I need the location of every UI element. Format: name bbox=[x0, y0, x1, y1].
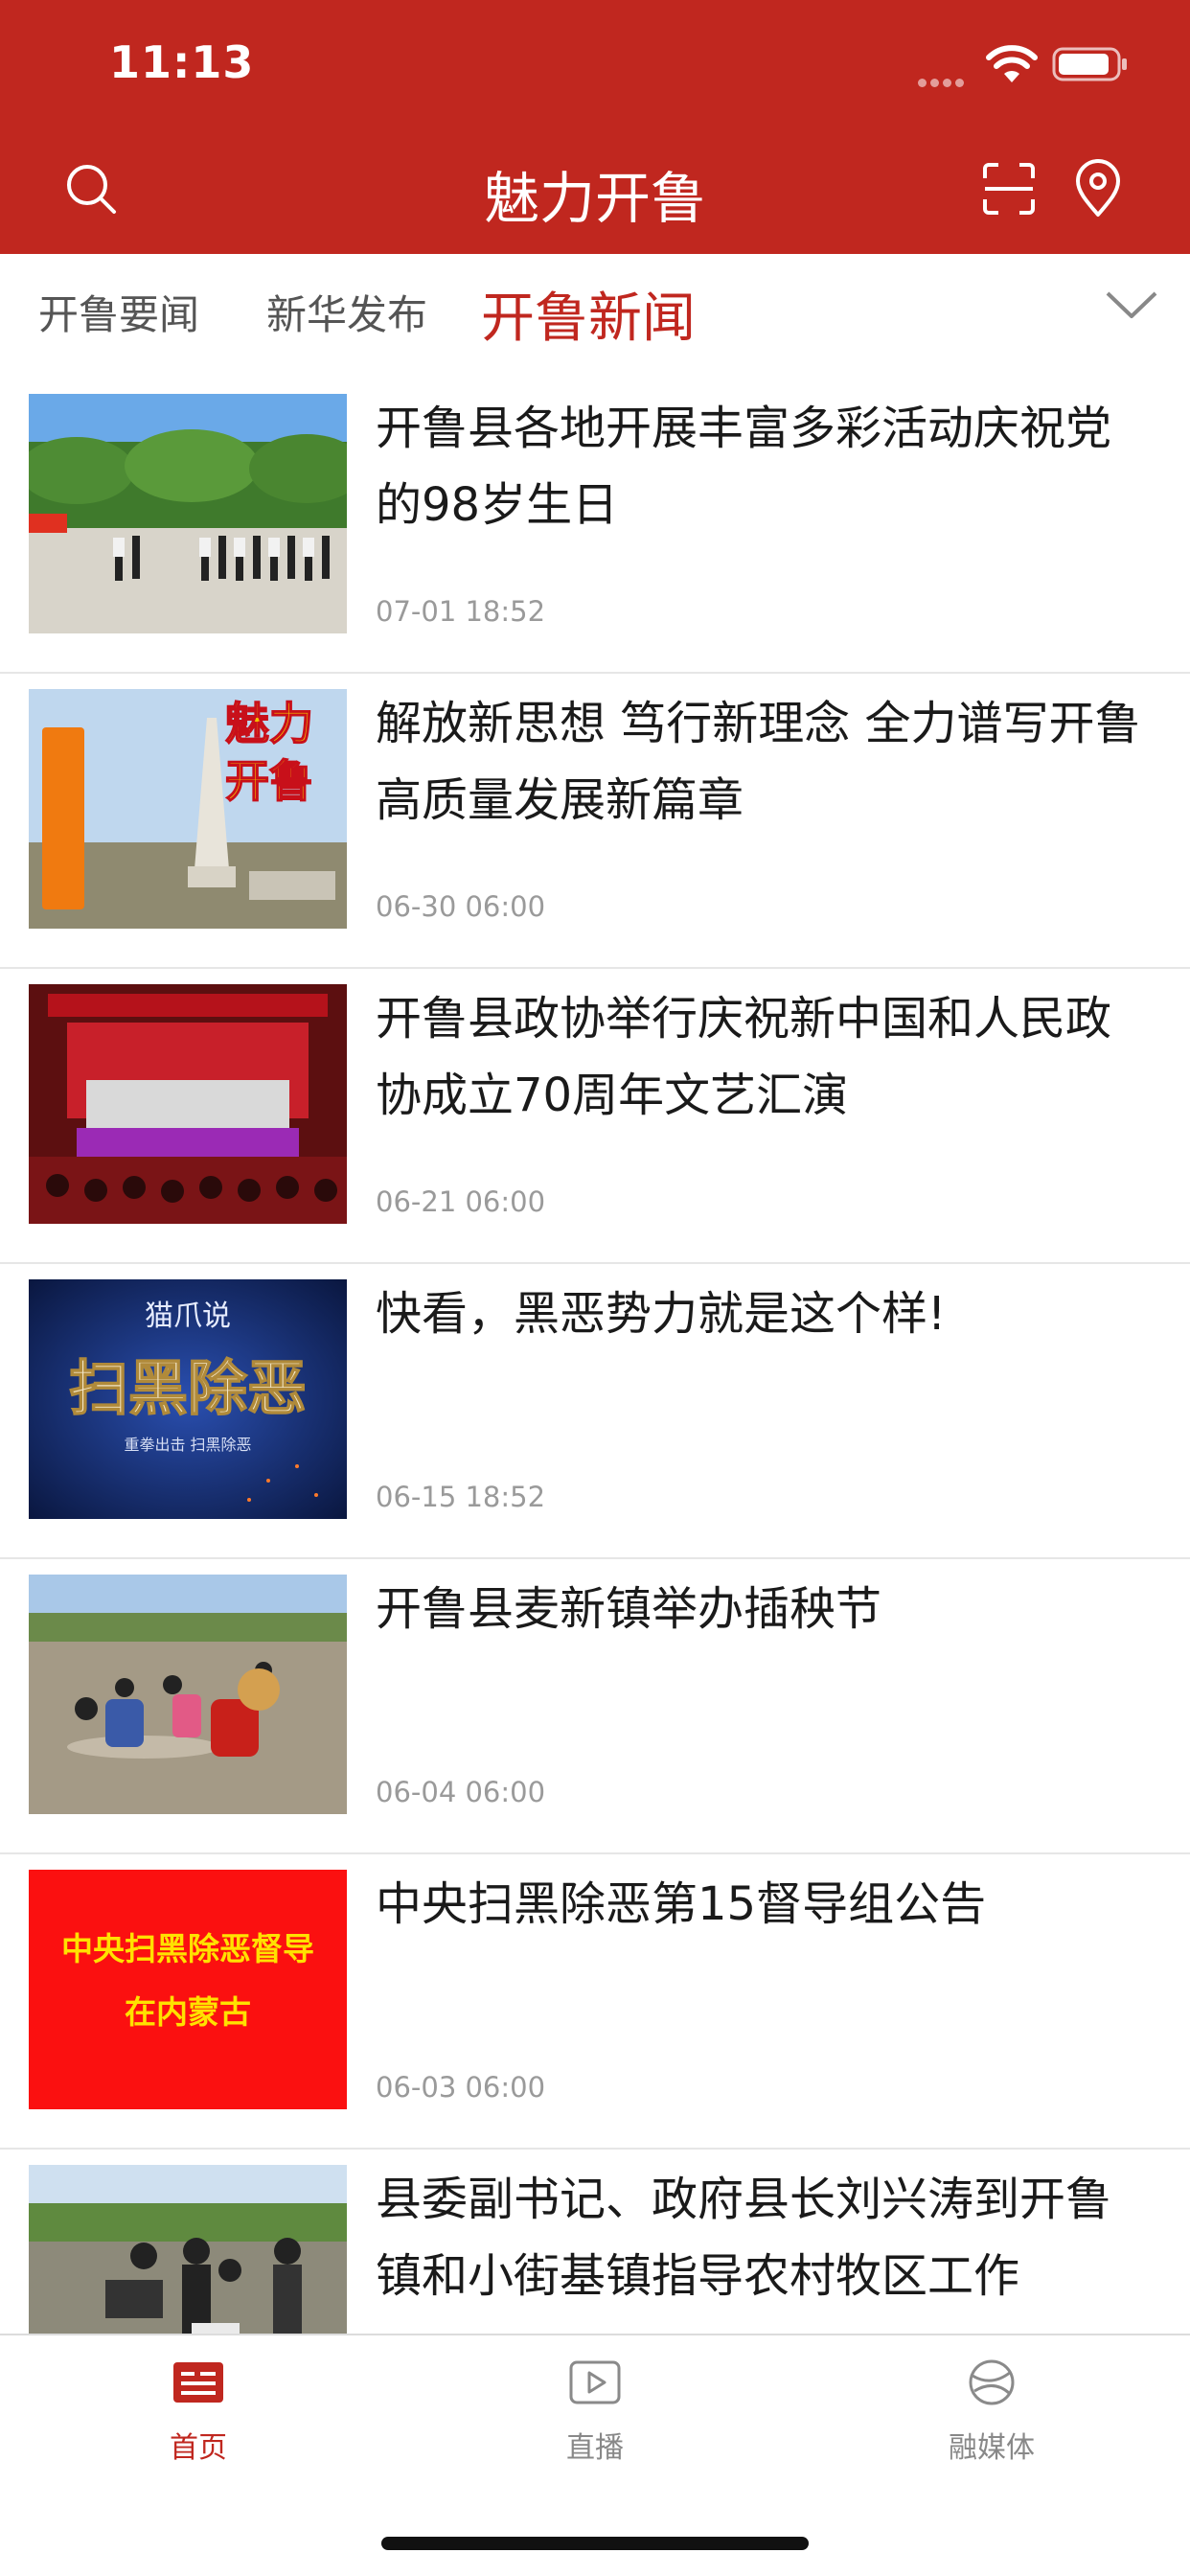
news-thumbnail bbox=[29, 394, 347, 633]
news-date: 07-01 18:52 bbox=[376, 595, 546, 628]
home-indicator[interactable] bbox=[381, 2537, 809, 2550]
battery-icon bbox=[1052, 47, 1127, 81]
app-header: 11:13 魅力开鲁 bbox=[0, 0, 1190, 254]
tab-label: 首页 bbox=[170, 2431, 227, 2465]
news-title: 快看，黑恶势力就是这个样! bbox=[376, 1287, 947, 1341]
bottom-tab-bar: 首页 直播 融媒体 bbox=[0, 2334, 1190, 2576]
thumb-text: 魅力 bbox=[225, 698, 313, 749]
thumb-text: 中央扫黑除恶督导 bbox=[61, 1930, 314, 1967]
list-item[interactable]: 中央扫黑除恶督导 在内蒙古 中央扫黑除恶第15督导组公告 06-03 06:00 bbox=[0, 1854, 1190, 2150]
scan-icon[interactable] bbox=[981, 161, 1037, 217]
news-date: 06-30 06:00 bbox=[376, 890, 546, 923]
list-item[interactable]: 开鲁县政协举行庆祝新中国和人民政协成立70周年文艺汇演 06-21 06:00 bbox=[0, 969, 1190, 1264]
news-thumbnail: 魅力 开鲁 bbox=[29, 689, 347, 929]
wifi-icon bbox=[986, 45, 1038, 82]
thumb-text: 扫黑除恶 bbox=[69, 1353, 307, 1423]
tab-xinhua-release[interactable]: 新华发布 bbox=[266, 283, 427, 341]
news-title: 解放新思想 笃行新理念 全力谱写开鲁高质量发展新篇章 bbox=[376, 697, 1141, 827]
news-thumbnail bbox=[29, 984, 347, 1224]
list-item[interactable]: 开鲁县各地开展丰富多彩活动庆祝党的98岁生日 07-01 18:52 bbox=[0, 379, 1190, 674]
news-thumbnail: 猫爪说 扫黑除恶 重拳出击 扫黑除恶 bbox=[29, 1279, 347, 1519]
news-date: 06-04 06:00 bbox=[376, 1776, 546, 1808]
list-item[interactable]: 魅力 开鲁 解放新思想 笃行新理念 全力谱写开鲁高质量发展新篇章 06-30 0… bbox=[0, 674, 1190, 969]
news-date: 06-15 18:52 bbox=[376, 1481, 546, 1513]
thumb-text: 开鲁 bbox=[225, 755, 313, 807]
news-thumbnail bbox=[29, 1575, 347, 1814]
location-icon[interactable] bbox=[1073, 159, 1123, 218]
news-date: 06-21 06:00 bbox=[376, 1185, 546, 1218]
tab-label: 直播 bbox=[566, 2431, 624, 2465]
status-time: 11:13 bbox=[109, 36, 255, 88]
list-item[interactable]: 猫爪说 扫黑除恶 重拳出击 扫黑除恶 快看，黑恶势力就是这个样! 06-15 1… bbox=[0, 1264, 1190, 1559]
category-tabs: 开鲁要闻 新华发布 开鲁新闻 bbox=[0, 254, 1190, 369]
news-title: 县委副书记、政府县长刘兴涛到开鲁镇和小街基镇指导农村牧区工作 bbox=[376, 2173, 1112, 2303]
thumb-text: 重拳出击 扫黑除恶 bbox=[124, 1436, 251, 1454]
tab-live[interactable]: 直播 bbox=[509, 2358, 681, 2466]
tab-home[interactable]: 首页 bbox=[112, 2358, 285, 2466]
tab-media[interactable]: 融媒体 bbox=[905, 2358, 1078, 2466]
thumb-text: 在内蒙古 bbox=[125, 1993, 251, 2031]
tab-kailu-headlines[interactable]: 开鲁要闻 bbox=[38, 283, 199, 341]
news-thumbnail: 中央扫黑除恶督导 在内蒙古 bbox=[29, 1870, 347, 2109]
tab-kailu-news[interactable]: 开鲁新闻 bbox=[481, 275, 696, 353]
news-icon bbox=[173, 2362, 223, 2403]
globe-icon bbox=[969, 2359, 1015, 2405]
news-title: 中央扫黑除恶第15督导组公告 bbox=[376, 1877, 987, 1931]
chevron-down-icon[interactable] bbox=[1104, 286, 1159, 324]
news-title: 开鲁县麦新镇举办插秧节 bbox=[376, 1582, 882, 1636]
tab-label: 融媒体 bbox=[949, 2431, 1035, 2465]
signal-icon bbox=[918, 73, 972, 87]
thumb-text: 猫爪说 bbox=[145, 1300, 231, 1333]
news-title: 开鲁县政协举行庆祝新中国和人民政协成立70周年文艺汇演 bbox=[376, 992, 1112, 1122]
news-date: 06-03 06:00 bbox=[376, 2071, 546, 2104]
play-icon bbox=[569, 2360, 621, 2404]
list-item[interactable]: 开鲁县麦新镇举办插秧节 06-04 06:00 bbox=[0, 1559, 1190, 1854]
news-title: 开鲁县各地开展丰富多彩活动庆祝党的98岁生日 bbox=[376, 402, 1112, 532]
